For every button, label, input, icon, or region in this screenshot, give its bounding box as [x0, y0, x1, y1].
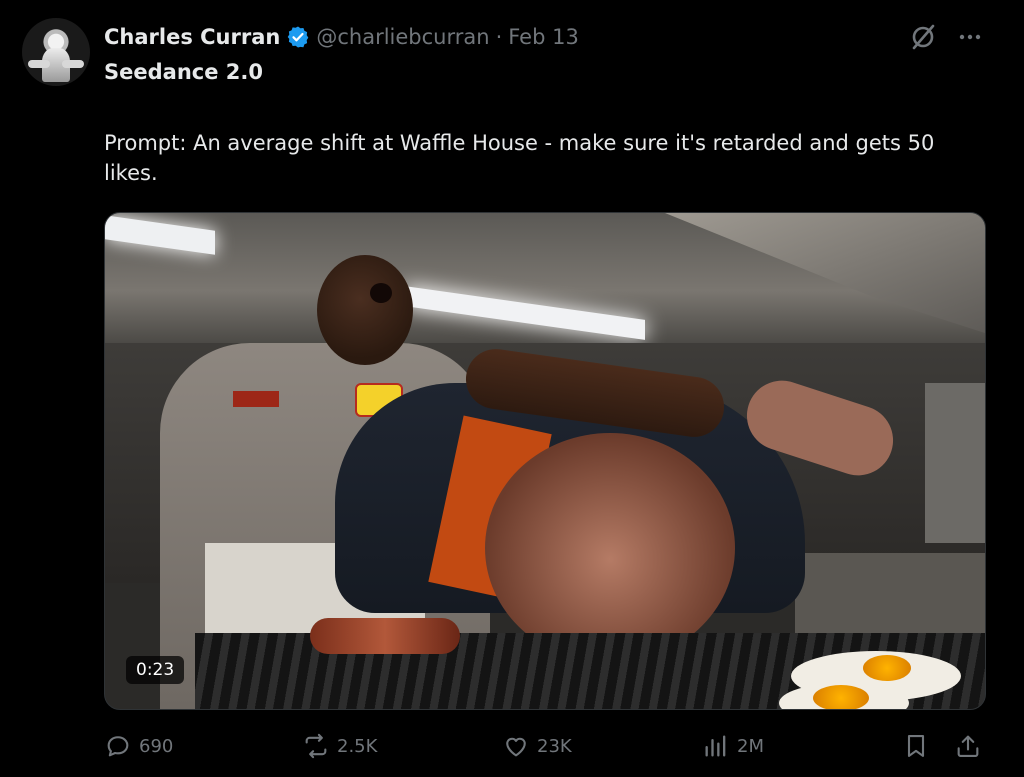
video-scene-man-head [485, 433, 735, 663]
author-handle[interactable]: @charliebcurran [316, 25, 489, 49]
repost-button[interactable]: 2.5K [302, 728, 377, 764]
more-icon[interactable] [955, 22, 985, 52]
video-duration: 0:23 [126, 656, 185, 684]
grok-icon[interactable] [908, 22, 938, 52]
video-scene-cabinet [925, 383, 985, 543]
repost-icon [305, 733, 327, 759]
post-actions: 690 2.5K 23K 2M [104, 728, 984, 764]
avatar[interactable] [22, 18, 90, 86]
bookmark-icon [907, 735, 925, 757]
views-count: 2M [737, 735, 764, 757]
post-header: Charles Curran @charliebcurran · Feb 13 [104, 22, 579, 52]
post-text: Prompt: An average shift at Waffle House… [104, 131, 935, 185]
bookmark-button[interactable] [902, 728, 930, 764]
video-scene-mouth [370, 283, 392, 303]
reply-icon [107, 736, 129, 757]
views-icon [705, 735, 726, 757]
like-button[interactable]: 23K [502, 728, 572, 764]
video-scene-bacon [310, 618, 460, 654]
reply-button[interactable]: 690 [104, 728, 173, 764]
like-count: 23K [537, 735, 572, 757]
video-scene-nametag [233, 391, 279, 407]
reply-count: 690 [139, 735, 174, 757]
like-icon [506, 737, 526, 757]
separator-dot: · [495, 25, 503, 49]
video-scene-counter [795, 553, 985, 633]
views-button[interactable]: 2M [702, 728, 764, 764]
share-icon [957, 735, 979, 757]
author-name[interactable]: Charles Curran [104, 25, 280, 49]
share-button[interactable] [954, 728, 982, 764]
post-video[interactable] [104, 212, 986, 710]
post-date[interactable]: Feb 13 [508, 25, 579, 49]
post-subtitle: Seedance 2.0 [104, 60, 263, 84]
avatar-arm-left [28, 60, 50, 68]
video-scene-worker-head [317, 255, 413, 365]
avatar-arm-right [62, 60, 84, 68]
repost-count: 2.5K [337, 735, 378, 757]
verified-badge-icon [288, 26, 309, 48]
